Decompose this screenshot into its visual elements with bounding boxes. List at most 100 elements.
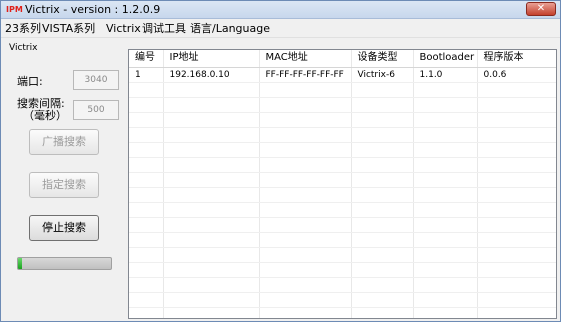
empty-cell xyxy=(163,292,260,308)
empty-cell xyxy=(477,187,556,203)
empty-cell xyxy=(413,277,478,293)
empty-cell xyxy=(477,82,556,98)
empty-cell xyxy=(351,247,414,263)
empty-cell xyxy=(351,217,414,233)
app-window: IPM Victrix - version : 1.2.0.9 ✕ 23系列 V… xyxy=(0,0,561,322)
empty-cell xyxy=(477,127,556,143)
empty-cell xyxy=(129,202,164,218)
empty-cell xyxy=(351,142,414,158)
empty-table-row xyxy=(129,112,556,128)
col-header-ip[interactable]: IP地址 xyxy=(163,50,260,68)
empty-cell xyxy=(129,82,164,98)
menu-23-series[interactable]: 23系列 xyxy=(5,22,41,35)
empty-cell xyxy=(129,127,164,143)
empty-cell xyxy=(413,172,478,188)
search-panel: Victrix 端口: 3040 搜索间隔: （毫秒） 500 广播搜索 指定搜… xyxy=(1,39,125,321)
empty-cell xyxy=(477,202,556,218)
empty-cell xyxy=(413,82,478,98)
specified-search-button[interactable]: 指定搜索 xyxy=(29,172,99,198)
empty-cell xyxy=(129,112,164,128)
empty-cell xyxy=(259,217,352,233)
cell-device-type: Victrix-6 xyxy=(351,67,414,83)
cell-bootloader: 1.1.0 xyxy=(413,67,478,83)
empty-cell xyxy=(129,232,164,248)
empty-cell xyxy=(163,202,260,218)
empty-cell xyxy=(477,292,556,308)
empty-cell xyxy=(477,142,556,158)
col-header-device-type[interactable]: 设备类型 xyxy=(351,50,414,68)
empty-cell xyxy=(259,127,352,143)
empty-cell xyxy=(477,277,556,293)
col-header-id[interactable]: 编号 xyxy=(129,50,164,68)
menu-vista-series[interactable]: VISTA系列 xyxy=(42,22,95,35)
port-label: 端口: xyxy=(17,75,43,88)
empty-cell xyxy=(351,187,414,203)
empty-table-row xyxy=(129,277,556,293)
menu-debug-tools[interactable]: 调试工具 xyxy=(142,22,186,35)
window-title: Victrix - version : 1.2.0.9 xyxy=(25,3,161,16)
empty-table-row xyxy=(129,217,556,233)
empty-cell xyxy=(163,127,260,143)
empty-cell xyxy=(351,277,414,293)
empty-cell xyxy=(163,277,260,293)
cell-mac: FF-FF-FF-FF-FF-FF xyxy=(259,67,352,83)
empty-cell xyxy=(259,262,352,278)
empty-cell xyxy=(351,157,414,173)
empty-cell xyxy=(413,247,478,263)
empty-cell xyxy=(259,157,352,173)
table-row[interactable]: 1 192.168.0.10 FF-FF-FF-FF-FF-FF Victrix… xyxy=(129,67,556,83)
empty-cell xyxy=(351,262,414,278)
menu-victrix[interactable]: Victrix xyxy=(106,22,141,35)
empty-cell xyxy=(163,142,260,158)
empty-cell xyxy=(259,277,352,293)
empty-cell xyxy=(413,232,478,248)
empty-cell xyxy=(413,292,478,308)
empty-table-row xyxy=(129,127,556,143)
close-icon: ✕ xyxy=(536,3,546,14)
empty-cell xyxy=(129,262,164,278)
menu-language[interactable]: 语言/Language xyxy=(190,22,270,35)
group-title: Victrix xyxy=(9,43,38,53)
app-logo-icon: IPM xyxy=(6,5,23,14)
empty-cell xyxy=(163,82,260,98)
empty-table-row xyxy=(129,82,556,98)
empty-cell xyxy=(163,307,260,318)
cell-firmware: 0.0.6 xyxy=(477,67,556,83)
port-input[interactable]: 3040 xyxy=(73,70,119,90)
empty-cell xyxy=(163,172,260,188)
empty-cell xyxy=(477,112,556,128)
empty-cell xyxy=(129,217,164,233)
empty-cell xyxy=(259,307,352,318)
empty-cell xyxy=(477,172,556,188)
interval-input[interactable]: 500 xyxy=(73,100,119,120)
empty-cell xyxy=(259,187,352,203)
empty-cell xyxy=(477,232,556,248)
broadcast-search-button[interactable]: 广播搜索 xyxy=(29,129,99,155)
progress-fill xyxy=(18,258,22,269)
table-header-row: 编号 IP地址 MAC地址 设备类型 Bootloader 程序版本 xyxy=(129,50,556,68)
empty-cell xyxy=(413,127,478,143)
menu-bar: 23系列 VISTA系列 Victrix 调试工具 语言/Language xyxy=(1,20,560,38)
empty-cell xyxy=(163,157,260,173)
empty-cell xyxy=(351,292,414,308)
empty-cell xyxy=(129,187,164,203)
col-header-bootloader[interactable]: Bootloader xyxy=(413,50,478,68)
empty-cell xyxy=(351,202,414,218)
empty-cell xyxy=(477,97,556,113)
empty-table-row xyxy=(129,232,556,248)
cell-id: 1 xyxy=(129,67,164,83)
empty-cell xyxy=(413,202,478,218)
close-button[interactable]: ✕ xyxy=(526,2,556,16)
empty-cell xyxy=(163,112,260,128)
empty-cell xyxy=(351,112,414,128)
empty-cell xyxy=(351,232,414,248)
empty-cell xyxy=(413,217,478,233)
col-header-firmware[interactable]: 程序版本 xyxy=(477,50,556,68)
empty-cell xyxy=(163,97,260,113)
empty-cell xyxy=(413,187,478,203)
stop-search-button[interactable]: 停止搜索 xyxy=(29,215,99,241)
col-header-mac[interactable]: MAC地址 xyxy=(259,50,352,68)
empty-cell xyxy=(129,97,164,113)
device-table: 编号 IP地址 MAC地址 设备类型 Bootloader 程序版本 1 192… xyxy=(128,49,557,319)
empty-table-row xyxy=(129,97,556,113)
